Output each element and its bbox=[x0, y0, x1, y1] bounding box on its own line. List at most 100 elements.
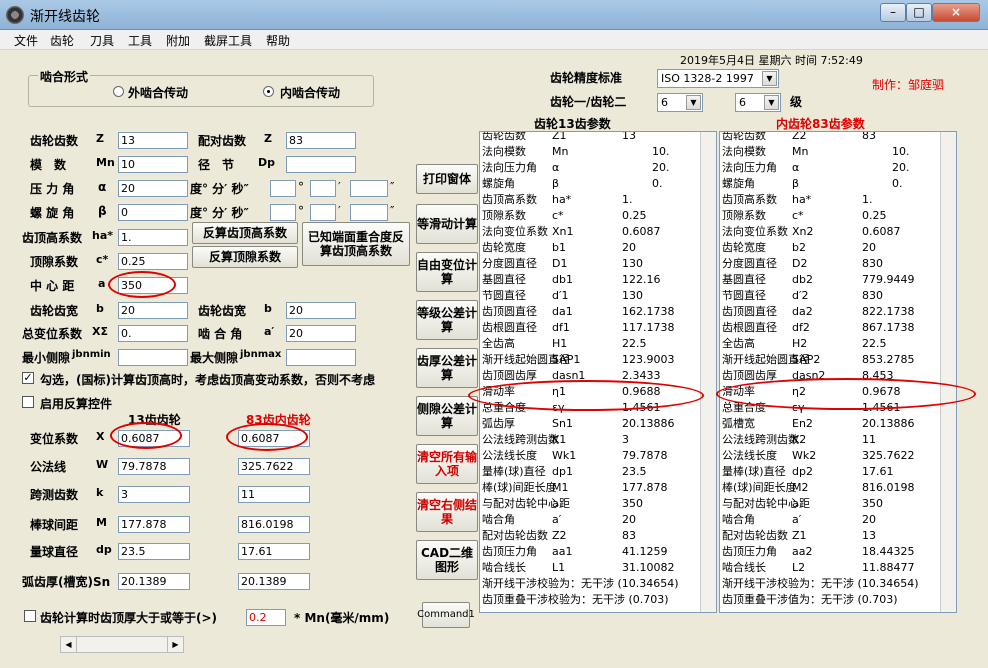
thickness-checkbox[interactable] bbox=[24, 610, 36, 622]
scroll-left-icon[interactable]: ◀ bbox=[61, 637, 77, 652]
side-tol-button[interactable]: 侧隙公差计算 bbox=[416, 396, 478, 436]
menu-item-0[interactable]: 文件 bbox=[14, 32, 38, 49]
panel1-cell: 10. bbox=[652, 145, 670, 158]
menu-item-6[interactable]: 帮助 bbox=[266, 32, 290, 49]
grade2-select[interactable]: 6 ▼ bbox=[735, 93, 781, 112]
width1-input[interactable]: 20 bbox=[118, 302, 188, 319]
reverse-checkbox[interactable] bbox=[22, 396, 34, 408]
helix-input[interactable]: 0 bbox=[118, 204, 188, 221]
panel2-cell: α bbox=[792, 161, 800, 174]
helix-deg-input[interactable] bbox=[270, 204, 296, 221]
rod2-input[interactable]: 816.0198 bbox=[238, 516, 310, 533]
free-shift-button[interactable]: 自由变位计算 bbox=[416, 252, 478, 292]
arc1-input[interactable]: 20.1389 bbox=[118, 573, 190, 590]
thickness-checkbox-label: 齿轮计算时齿顶厚大于或等于(>) bbox=[40, 611, 218, 625]
module-input[interactable]: 10 bbox=[118, 156, 188, 173]
shift-symbol: X bbox=[96, 430, 105, 443]
panel2-list[interactable]: 齿轮齿数 Z2 83 法向模数 Mn 10. 法向压力角 α 20. 螺旋角 β 0. 齿顶高系数 ha*… bbox=[719, 131, 957, 613]
panel2-cell: 弧槽宽 bbox=[722, 417, 755, 430]
clearance-label: 顶隙系数 bbox=[30, 255, 79, 269]
teeth-input[interactable]: 13 bbox=[118, 132, 188, 149]
internal-mesh-radio[interactable] bbox=[263, 86, 274, 97]
menu-item-4[interactable]: 附加 bbox=[166, 32, 190, 49]
rev-clearance-button[interactable]: 反算顶隙系数 bbox=[192, 246, 298, 268]
pitch-input[interactable] bbox=[286, 156, 356, 173]
panel1-cell: 滑动率 bbox=[482, 385, 515, 398]
std-checkbox[interactable]: ✓ bbox=[22, 372, 34, 384]
helix-sec-input[interactable] bbox=[350, 204, 388, 221]
center-label: 中 心 距 bbox=[30, 279, 75, 293]
clear-right-button[interactable]: 清空右侧结果 bbox=[416, 492, 478, 532]
panel1-cell: aa1 bbox=[552, 545, 573, 558]
external-mesh-radio[interactable] bbox=[113, 86, 124, 97]
menu-item-1[interactable]: 齿轮 bbox=[50, 32, 74, 49]
scroll-right-icon[interactable]: ▶ bbox=[167, 637, 183, 652]
panel2-scrollbar[interactable] bbox=[940, 132, 956, 612]
clearance-input[interactable]: 0.25 bbox=[118, 253, 188, 270]
menu-item-3[interactable]: 工具 bbox=[128, 32, 152, 49]
shift1-input[interactable]: 0.6087 bbox=[118, 430, 190, 447]
panel1-cell: 棒(球)间距长度 bbox=[482, 481, 557, 494]
equal-slide-button[interactable]: 等滑动计算 bbox=[416, 204, 478, 244]
panel2-cell: 17.61 bbox=[862, 465, 894, 478]
span2-input[interactable]: 11 bbox=[238, 486, 310, 503]
addendum-input[interactable]: 1. bbox=[118, 229, 188, 246]
max-backlash-input[interactable] bbox=[286, 349, 356, 366]
helix-min-input[interactable] bbox=[310, 204, 336, 221]
teeth-symbol: Z bbox=[96, 132, 104, 145]
mesh-angle-input[interactable]: 20 bbox=[286, 325, 356, 342]
panel2-cell: 啮合线长 bbox=[722, 561, 766, 574]
pressure-sec-input[interactable] bbox=[350, 180, 388, 197]
maximize-button[interactable]: □ bbox=[906, 3, 932, 22]
minimize-button[interactable]: – bbox=[880, 3, 906, 22]
mating-teeth-input[interactable]: 83 bbox=[286, 132, 356, 149]
panel2-cell: 830 bbox=[862, 257, 883, 270]
min-backlash-input[interactable] bbox=[118, 349, 188, 366]
arc2-input[interactable]: 20.1389 bbox=[238, 573, 310, 590]
panel2-cell: db2 bbox=[792, 273, 813, 286]
panel1-scrollbar[interactable] bbox=[700, 132, 716, 612]
panel2-cell: 11 bbox=[862, 433, 876, 446]
span1-input[interactable]: 3 bbox=[118, 486, 190, 503]
cad-button[interactable]: CAD二维图形 bbox=[416, 540, 478, 580]
pressure-deg-input[interactable] bbox=[270, 180, 296, 197]
center-input[interactable]: 350 bbox=[118, 277, 188, 294]
ball2-input[interactable]: 17.61 bbox=[238, 543, 310, 560]
panel2-cell: Z2 bbox=[792, 131, 807, 142]
dropdown-arrow-icon[interactable]: ▼ bbox=[686, 95, 701, 110]
pressure-symbol: α bbox=[98, 180, 107, 194]
print-button[interactable]: 打印窗体 bbox=[416, 164, 478, 194]
rev-addendum-button[interactable]: 反算齿顶高系数 bbox=[192, 222, 298, 244]
normal2-input[interactable]: 325.7622 bbox=[238, 458, 310, 475]
thick-tol-button[interactable]: 齿厚公差计算 bbox=[416, 348, 478, 388]
menu-item-2[interactable]: 刀具 bbox=[90, 32, 114, 49]
precision-select[interactable]: ISO 1328-2 1997 ▼ bbox=[657, 69, 779, 88]
ball1-input[interactable]: 23.5 bbox=[118, 543, 190, 560]
panel2-cell: 分度圆直径 bbox=[722, 257, 777, 270]
shift2-input[interactable]: 0.6087 bbox=[238, 430, 310, 447]
panel2-cell: ha* bbox=[792, 193, 812, 206]
horizontal-scrollbar[interactable]: ◀ ▶ bbox=[60, 636, 184, 653]
panel1-cell: Z1 bbox=[552, 131, 567, 142]
known-end-button[interactable]: 已知端面重合度反算齿顶高系数 bbox=[302, 222, 410, 266]
normal1-input[interactable]: 79.7878 bbox=[118, 458, 190, 475]
dropdown-arrow-icon[interactable]: ▼ bbox=[762, 71, 777, 86]
menu-item-5[interactable]: 截屏工具 bbox=[204, 32, 252, 49]
panel1-cell: 83 bbox=[622, 529, 636, 542]
grade1-select[interactable]: 6 ▼ bbox=[657, 93, 703, 112]
width2-input[interactable]: 20 bbox=[286, 302, 356, 319]
close-button[interactable]: × bbox=[932, 3, 980, 22]
equal-tol-button[interactable]: 等级公差计算 bbox=[416, 300, 478, 340]
ball-label: 量球直径 bbox=[30, 545, 79, 559]
internal-mesh-label: 内啮合传动 bbox=[280, 86, 341, 100]
pressure-input[interactable]: 20 bbox=[118, 180, 188, 197]
rod1-input[interactable]: 177.878 bbox=[118, 516, 190, 533]
dropdown-arrow-icon[interactable]: ▼ bbox=[764, 95, 779, 110]
mating-teeth-symbol: Z bbox=[264, 132, 272, 145]
clear-all-button[interactable]: 清空所有输入项 bbox=[416, 444, 478, 484]
thickness-input[interactable]: 0.2 bbox=[246, 609, 286, 626]
command1-button[interactable]: Command1 bbox=[417, 602, 475, 628]
panel1-list[interactable]: 齿轮齿数 Z1 13 法向模数 Mn 10. 法向压力角 α 20. 螺旋角 β 0. 齿顶高系数 ha*… bbox=[479, 131, 717, 613]
total-shift-input[interactable]: 0. bbox=[118, 325, 188, 342]
pressure-min-input[interactable] bbox=[310, 180, 336, 197]
